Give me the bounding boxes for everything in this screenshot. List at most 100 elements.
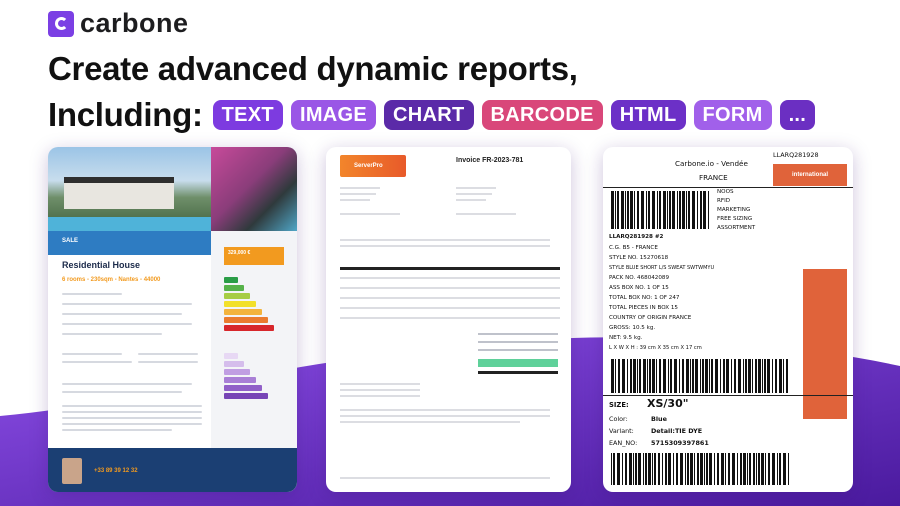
text-line (62, 391, 182, 393)
info-noos: NOOS (717, 189, 734, 195)
text-line (456, 213, 516, 215)
label-field: STYLE BLUE SHORT L/S SWEAT SWTWMYU (609, 265, 715, 271)
total-line (478, 333, 558, 335)
barcode-bottom (611, 453, 791, 485)
agent-phone: +33 89 39 12 32 (94, 468, 138, 474)
tag-image: IMAGE (290, 100, 377, 130)
text-line (340, 421, 520, 423)
info-marketing: MARKETING (717, 207, 751, 213)
table-row (340, 297, 560, 299)
label-field: C.G. B5 - FRANCE (609, 245, 658, 251)
tag-text: TEXT (212, 100, 283, 130)
size-label: SIZE: (609, 401, 629, 409)
text-line (340, 199, 370, 201)
text-line (340, 239, 550, 241)
text-line (62, 333, 162, 335)
house-shape (64, 177, 174, 209)
text-line (62, 411, 202, 413)
color-value: Blue (651, 415, 667, 423)
text-line (456, 199, 486, 201)
energy-bar-b (224, 285, 244, 291)
table-row (340, 277, 560, 279)
invoice-number: Invoice FR-2023-781 (456, 157, 524, 164)
energy-bar-c (224, 293, 250, 299)
energy-bar-e (224, 309, 262, 315)
label-field: COUNTRY OF ORIGIN FRANCE (609, 315, 692, 321)
headline-lead: Including: (48, 96, 203, 133)
tag-more: ... (779, 100, 816, 130)
ean-label: EAN_NO: (609, 439, 638, 447)
text-line (456, 187, 496, 189)
info-free-sizing: FREE SIZING (717, 216, 753, 222)
label-field: TOTAL PIECES IN BOX 15 (609, 305, 678, 311)
text-line (340, 245, 550, 247)
table-header (340, 267, 560, 270)
text-line (62, 323, 192, 325)
table-row (340, 287, 560, 289)
text-line (340, 409, 550, 411)
carbone-logo-icon (48, 10, 74, 37)
hero-banner: carbone Create advanced dynamic reports,… (0, 0, 900, 506)
text-line (62, 383, 192, 385)
text-line (340, 383, 420, 385)
barcode-middle (611, 359, 791, 393)
divider (603, 187, 853, 188)
serverpro-logo: ServerPro (340, 155, 406, 177)
text-line (62, 423, 202, 425)
energy-bar-f (224, 317, 268, 323)
text-line (62, 293, 122, 295)
headline-line-1: Create advanced dynamic reports, (48, 50, 578, 87)
footer-line (340, 477, 550, 479)
tag-form: FORM (693, 100, 772, 130)
text-line (340, 389, 420, 391)
info-rfid: RFID (717, 198, 731, 204)
property-title: Residential House (62, 260, 141, 270)
variant-label: Varlant: (609, 427, 634, 435)
energy-bar-a (224, 277, 238, 283)
text-line (340, 187, 380, 189)
text-line (62, 313, 182, 315)
tag-barcode: BARCODE (481, 100, 603, 130)
international-vertical-badge (803, 269, 847, 419)
label-field: PACK NO. 468042089 (609, 275, 670, 281)
text-line (138, 361, 198, 363)
ges-bar-d (224, 377, 256, 383)
variant-value: Detail:TIE DYE (651, 427, 703, 435)
label-field: ASS BOX NO. 1 OF 15 (609, 285, 669, 291)
shipper-name: Carbone.io - Vendée (675, 159, 748, 168)
text-line (62, 417, 202, 419)
label-field: STYLE NO. 15270618 (609, 255, 669, 261)
tag-html: HTML (610, 100, 686, 130)
sale-label: SALE (62, 238, 79, 244)
international-badge: international (773, 164, 847, 186)
total-line (478, 341, 558, 343)
text-line (62, 361, 132, 363)
carbone-logo[interactable]: carbone (48, 8, 189, 39)
text-line (62, 429, 172, 431)
total-payable-line (478, 371, 558, 374)
ges-bar-b (224, 361, 244, 367)
ean-value: 5715309397861 (651, 439, 709, 447)
invoice-report-preview[interactable]: ServerPro Invoice FR-2023-781 (326, 147, 571, 492)
total-line (478, 349, 558, 351)
tag-chart: CHART (384, 100, 474, 130)
text-line (340, 213, 400, 215)
text-line (456, 193, 492, 195)
ges-bar-a (224, 353, 238, 359)
flowers-photo (211, 147, 297, 231)
price-value: 329,000 € (228, 250, 251, 256)
shipping-label-preview[interactable]: LLARQ281928 Carbone.io - Vendée FRANCE i… (603, 147, 853, 492)
brand-name: carbone (80, 8, 189, 38)
text-line (138, 353, 198, 355)
energy-bar-d (224, 301, 256, 307)
property-subtitle: 6 rooms - 230sqm - Nantes - 44000 (62, 277, 161, 283)
price-box: 329,000 € (224, 247, 284, 265)
sale-banner: SALE (48, 231, 211, 255)
size-value: XS/30" (647, 397, 689, 410)
divider (603, 395, 853, 396)
label-field: NET: 9.5 kg. (609, 335, 643, 341)
label-field: TOTAL BOX NO: 1 OF 247 (609, 295, 680, 301)
label-field: GROSS: 10.5 kg. (609, 325, 656, 331)
real-estate-report-preview[interactable]: SALE 329,000 € Residential House 6 rooms… (48, 147, 297, 492)
color-label: Color: (609, 415, 628, 423)
